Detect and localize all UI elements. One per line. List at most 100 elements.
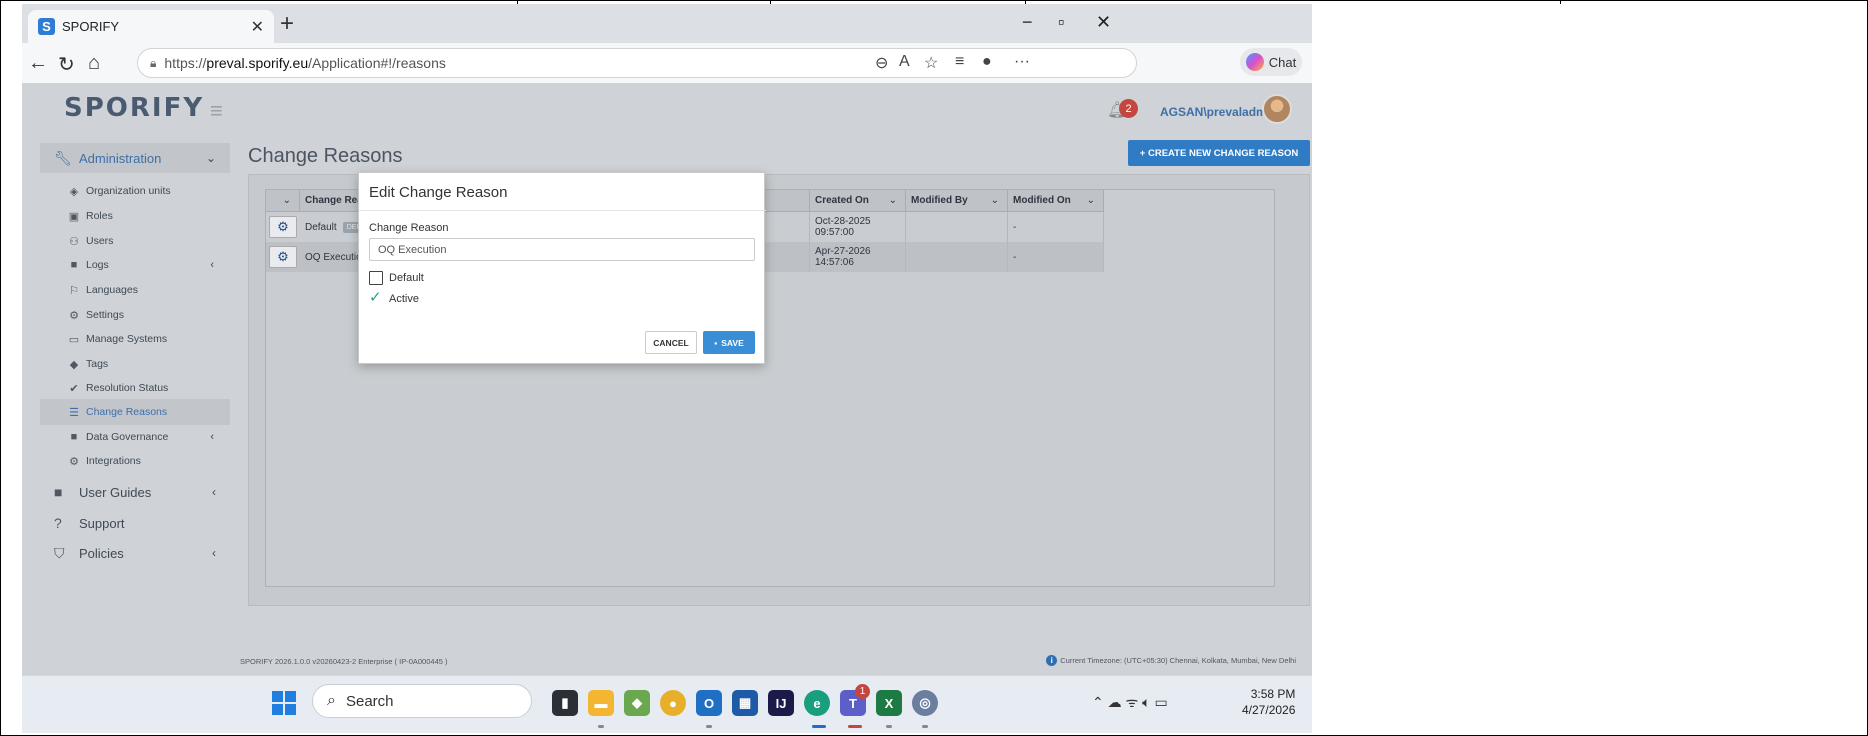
zoom-icon[interactable]: ⊖ bbox=[875, 53, 888, 73]
sidebar-item-support[interactable]: ? Support bbox=[40, 508, 230, 538]
sidebar-item-policies[interactable]: ⛉ Policies ‹ bbox=[40, 538, 230, 568]
more-icon[interactable]: ··· bbox=[1014, 53, 1030, 71]
book-icon: ■ bbox=[54, 484, 63, 500]
chevron-left-icon: ‹ bbox=[210, 431, 214, 443]
timezone-text: i Current Timezone: (UTC+05:30) Chennai, … bbox=[1046, 655, 1296, 666]
sidebar-item-integrations[interactable]: ⚙ Integrations bbox=[40, 448, 230, 474]
default-label: Default bbox=[389, 272, 424, 284]
hamburger-menu-icon[interactable]: ≡ bbox=[210, 98, 223, 124]
app-icon[interactable]: ◎ bbox=[912, 690, 938, 716]
header-modified-on[interactable]: Modified On ⌄ bbox=[1008, 190, 1104, 212]
restore-icon[interactable]: ▫ bbox=[1058, 12, 1064, 33]
read-aloud-icon[interactable]: A bbox=[899, 53, 910, 71]
window-close-icon[interactable]: ✕ bbox=[1096, 12, 1111, 33]
row-settings-gear-icon[interactable]: ⚙ bbox=[269, 216, 297, 238]
gear-icon: ⚙ bbox=[69, 309, 79, 322]
change-reason-label: Change Reason bbox=[369, 222, 449, 234]
favorite-star-icon[interactable]: ☆ bbox=[924, 53, 938, 73]
screenshot-area: S SPORIFY ✕ + − ▫ ✕ ← ↻ ⌂ 🔒︎ https://pre… bbox=[22, 4, 1312, 733]
sporify-logo: SPORIFY bbox=[64, 93, 205, 123]
sidebar-item-languages[interactable]: ⚐ Languages bbox=[40, 277, 230, 303]
excel-icon[interactable]: X bbox=[876, 690, 902, 716]
question-icon: ? bbox=[54, 515, 62, 531]
cell-modified-on: - bbox=[1008, 242, 1104, 272]
sidebar-item-label: Manage Systems bbox=[86, 333, 168, 345]
sidebar-item-organization-units[interactable]: ◈ Organization units bbox=[40, 178, 230, 204]
windows-start-icon[interactable] bbox=[272, 691, 296, 715]
refresh-icon[interactable]: ↻ bbox=[58, 52, 75, 77]
cell-created-on: Apr-27-2026 14:57:06 bbox=[810, 242, 906, 272]
chevron-down-icon: ⌄ bbox=[1086, 195, 1095, 206]
header-created-on[interactable]: Created On ⌄ bbox=[810, 190, 906, 212]
edge-icon[interactable]: e bbox=[804, 690, 830, 716]
chevron-down-icon: ⌄ bbox=[205, 151, 216, 165]
minimize-icon[interactable]: − bbox=[1022, 12, 1033, 33]
url-path: /Application#!/reasons bbox=[308, 55, 446, 71]
sidebar-item-label: Roles bbox=[86, 210, 113, 222]
file-explorer-icon[interactable]: ▬ bbox=[588, 690, 614, 716]
windows-taskbar: ⌕ Search ▮ ▬ ◆ ● O ▦ IJ e T 1 X ◎ ⌃ ☁ ᯤ … bbox=[22, 675, 1312, 733]
clock-time: 3:58 PM bbox=[1250, 687, 1296, 701]
sidebar-item-resolution-status[interactable]: ✔ Resolution Status bbox=[40, 375, 230, 401]
header-label: Modified By bbox=[911, 195, 968, 206]
new-tab-icon[interactable]: + bbox=[280, 12, 294, 36]
default-checkbox[interactable] bbox=[369, 271, 383, 285]
sidebar-item-users[interactable]: ⚇ Users bbox=[40, 228, 230, 254]
active-checkbox-check-icon[interactable]: ✓ bbox=[369, 288, 382, 306]
header-modified-by[interactable]: Modified By ⌄ bbox=[906, 190, 1008, 212]
create-new-change-reason-button[interactable]: + CREATE NEW CHANGE REASON bbox=[1128, 140, 1310, 166]
sidebar-item-label: Settings bbox=[86, 309, 124, 321]
shield-icon: ⛉ bbox=[54, 544, 65, 561]
system-tray[interactable]: ⌃ ☁ ᯤ 🔈︎ ▭ bbox=[1092, 693, 1168, 712]
sidebar-item-manage-systems[interactable]: ▭ Manage Systems bbox=[40, 326, 230, 352]
teams-notification-badge: 1 bbox=[855, 684, 870, 699]
outlook-icon[interactable]: O bbox=[696, 690, 722, 716]
sidebar-item-settings[interactable]: ⚙ Settings bbox=[40, 302, 230, 328]
sidebar-item-label: Logs bbox=[86, 259, 109, 271]
sidebar-item-label: Policies bbox=[79, 545, 124, 561]
calendar-icon[interactable]: ▦ bbox=[732, 690, 758, 716]
sidebar-item-administration[interactable]: 🔧︎ Administration ⌄ bbox=[40, 143, 230, 173]
sidebar-item-user-guides[interactable]: ■ User Guides ‹ bbox=[40, 477, 230, 507]
sidebar-item-roles[interactable]: ▣ Roles bbox=[40, 203, 230, 229]
sidebar-item-logs[interactable]: ■ Logs ‹ bbox=[40, 252, 230, 278]
chevron-down-icon: ⌄ bbox=[282, 195, 291, 206]
book-icon: ■ bbox=[70, 259, 78, 271]
sidebar-item-tags[interactable]: ◆ Tags bbox=[40, 351, 230, 377]
cogs-icon: ⚙ bbox=[69, 455, 79, 468]
tab-close-icon[interactable]: ✕ bbox=[251, 17, 264, 37]
chrome-icon[interactable]: ● bbox=[660, 690, 686, 716]
browser-tab[interactable]: S SPORIFY ✕ bbox=[28, 10, 274, 43]
app-footer: SPORIFY 2026.1.0.0 v20260423-2 Enterpris… bbox=[230, 633, 1312, 675]
wrench-icon: 🔧︎ bbox=[54, 149, 72, 166]
cell-modified-on: - bbox=[1008, 212, 1104, 242]
sidebar-item-data-governance[interactable]: ■ Data Governance ‹ bbox=[40, 424, 230, 450]
taskbar-search[interactable]: ⌕ Search bbox=[312, 684, 532, 718]
chevron-left-icon: ‹ bbox=[212, 546, 216, 560]
back-icon[interactable]: ← bbox=[28, 52, 48, 75]
chevron-down-icon: ⌄ bbox=[888, 195, 897, 206]
taskbar-clock[interactable]: 3:58 PM 4/27/2026 bbox=[1242, 686, 1295, 718]
favorites-icon[interactable]: ≡ bbox=[955, 53, 964, 71]
users-icon: ⚇ bbox=[69, 235, 79, 248]
sidebar-item-change-reasons[interactable]: ☰ Change Reasons bbox=[40, 399, 230, 425]
store-icon[interactable]: ◆ bbox=[624, 690, 650, 716]
chat-button[interactable]: Chat bbox=[1240, 48, 1302, 76]
avatar[interactable] bbox=[1262, 94, 1292, 124]
cell-created-on: Oct-28-2025 09:57:00 bbox=[810, 212, 906, 242]
address-bar: ← ↻ ⌂ 🔒︎ https://preval.sporify.eu/Appli… bbox=[22, 43, 1312, 83]
profile-icon[interactable]: ● bbox=[982, 53, 992, 71]
home-icon[interactable]: ⌂ bbox=[88, 52, 100, 75]
column-menu-header[interactable]: ⌄ bbox=[266, 190, 300, 212]
row-settings-gear-icon[interactable]: ⚙ bbox=[269, 246, 297, 268]
cancel-button[interactable]: CANCEL bbox=[645, 331, 697, 354]
chevron-left-icon: ‹ bbox=[212, 485, 216, 499]
task-view-icon[interactable]: ▮ bbox=[552, 690, 578, 716]
flag-icon: ⚐ bbox=[69, 284, 79, 297]
intellij-icon[interactable]: IJ bbox=[768, 690, 794, 716]
app-header: SPORIFY ≡ 🔔︎ 2 AGSAN\prevaladmin3 bbox=[22, 83, 1312, 135]
chat-label: Chat bbox=[1268, 54, 1297, 70]
book-icon: ■ bbox=[70, 431, 78, 443]
save-button[interactable]: ▪ SAVE bbox=[703, 331, 755, 354]
change-reason-input[interactable] bbox=[369, 238, 755, 261]
